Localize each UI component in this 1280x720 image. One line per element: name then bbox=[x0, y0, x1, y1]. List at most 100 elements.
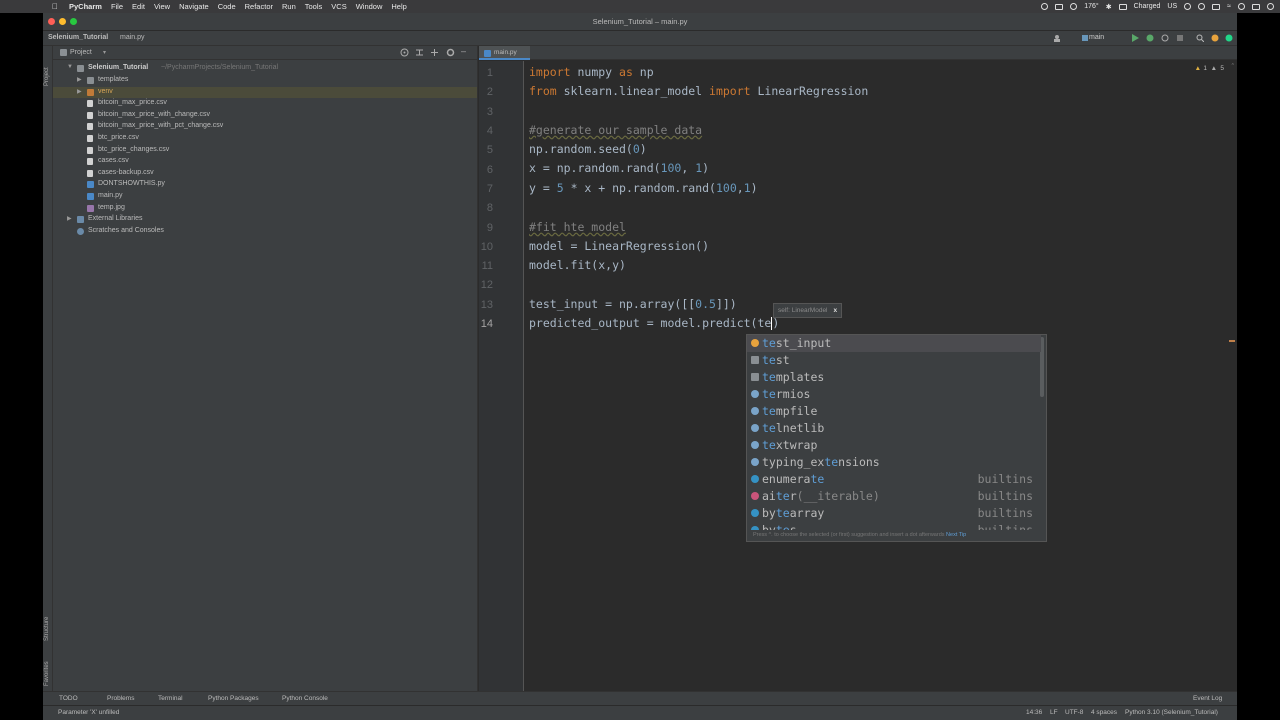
menu-tools[interactable]: Tools bbox=[305, 2, 323, 11]
bluetooth-icon[interactable]: ✱ bbox=[1106, 3, 1112, 11]
module-icon bbox=[751, 424, 759, 432]
menu-window[interactable]: Window bbox=[356, 2, 383, 11]
gear-icon[interactable] bbox=[446, 48, 455, 59]
project-view-selector[interactable]: Project bbox=[70, 49, 92, 56]
menu-help[interactable]: Help bbox=[391, 2, 406, 11]
keyboard-input-label[interactable]: US bbox=[1167, 3, 1177, 10]
record-icon[interactable] bbox=[1041, 3, 1049, 10]
user-icon[interactable] bbox=[1053, 34, 1061, 42]
completion-item[interactable]: textwrap bbox=[747, 437, 1041, 454]
volume-icon[interactable] bbox=[1184, 3, 1192, 10]
chevron-right-icon[interactable]: ▶ bbox=[77, 88, 82, 95]
tree-item-templates[interactable]: ▶ templates bbox=[53, 75, 477, 86]
tool-problems[interactable]: Problems bbox=[107, 695, 134, 702]
chevron-right-icon[interactable]: ▶ bbox=[77, 76, 82, 83]
tree-item-file[interactable]: main.py bbox=[53, 191, 477, 202]
completion-item[interactable]: telnetlib bbox=[747, 420, 1041, 437]
collapse-all-icon[interactable] bbox=[430, 48, 439, 59]
search-icon[interactable] bbox=[1238, 3, 1245, 10]
play-icon[interactable] bbox=[1198, 3, 1206, 10]
chevron-up-icon[interactable]: ˆ bbox=[1232, 64, 1234, 71]
run-config-icon[interactable] bbox=[1081, 34, 1089, 42]
search-everywhere-icon[interactable] bbox=[1196, 34, 1205, 43]
run-configuration-selector[interactable]: main bbox=[1089, 34, 1104, 41]
menu-view[interactable]: View bbox=[154, 2, 170, 11]
chevron-down-icon[interactable]: ▾ bbox=[103, 49, 106, 56]
wifi-icon[interactable]: ≈ bbox=[1227, 3, 1231, 10]
module-icon bbox=[751, 407, 759, 415]
completion-item[interactable]: test_input bbox=[747, 335, 1041, 352]
tree-item-file[interactable]: cases.csv bbox=[53, 156, 477, 167]
jetbrains-toolbox-icon[interactable] bbox=[1225, 34, 1233, 42]
wifi-status-icon[interactable] bbox=[1070, 3, 1078, 10]
weak-warning-icon[interactable]: ▲ bbox=[1211, 65, 1217, 72]
temperature-readout[interactable]: 176° bbox=[1084, 3, 1098, 10]
warning-icon[interactable]: ▲ bbox=[1195, 65, 1201, 72]
tool-python-packages[interactable]: Python Packages bbox=[208, 695, 259, 702]
completion-item[interactable]: tempfile bbox=[747, 403, 1041, 420]
run-icon[interactable] bbox=[1131, 34, 1139, 42]
tree-item-file[interactable]: bitcoin_max_price.csv bbox=[53, 98, 477, 109]
menu-refactor[interactable]: Refactor bbox=[245, 2, 273, 11]
display-icon[interactable] bbox=[1055, 3, 1064, 10]
next-tip-link[interactable]: Next Tip bbox=[946, 532, 966, 538]
completion-item[interactable]: enumerate builtins bbox=[747, 471, 1041, 488]
completion-item[interactable]: test bbox=[747, 352, 1041, 369]
tool-terminal[interactable]: Terminal bbox=[158, 695, 183, 702]
error-stripe-marker[interactable] bbox=[1229, 340, 1235, 342]
menu-navigate[interactable]: Navigate bbox=[179, 2, 209, 11]
tree-item-file[interactable]: cases-backup.csv bbox=[53, 168, 477, 179]
tree-item-venv[interactable]: ▶ venv bbox=[53, 87, 477, 98]
parameter-hint-close[interactable]: x bbox=[834, 307, 838, 314]
chevron-right-icon[interactable]: ▶ bbox=[67, 215, 72, 222]
chevron-down-icon[interactable]: ▼ bbox=[67, 64, 73, 70]
hide-panel-icon[interactable]: – bbox=[461, 46, 466, 56]
tree-item-external-libraries[interactable]: ▶ External Libraries bbox=[53, 214, 477, 225]
tree-item-file[interactable]: btc_price_changes.csv bbox=[53, 145, 477, 156]
tree-item-file[interactable]: temp.jpg bbox=[53, 203, 477, 214]
menu-file[interactable]: File bbox=[111, 2, 123, 11]
caret-position[interactable]: 14:36 bbox=[1026, 709, 1042, 716]
tool-python-console[interactable]: Python Console bbox=[282, 695, 328, 702]
python-interpreter[interactable]: Python 3.10 (Selenium_Tutorial) bbox=[1125, 709, 1218, 716]
indent-setting[interactable]: 4 spaces bbox=[1091, 709, 1117, 716]
menu-run[interactable]: Run bbox=[282, 2, 296, 11]
line-separator[interactable]: LF bbox=[1050, 709, 1058, 716]
breadcrumb-project[interactable]: Selenium_Tutorial bbox=[48, 34, 108, 41]
coverage-icon[interactable] bbox=[1161, 34, 1169, 42]
project-tool-button[interactable]: Project bbox=[44, 67, 50, 86]
tree-root[interactable]: ▼ Selenium_Tutorial ~/PycharmProjects/Se… bbox=[53, 63, 477, 74]
tree-item-file[interactable]: bitcoin_max_price_with_pct_change.csv bbox=[53, 121, 477, 132]
completion-item[interactable]: aiter(__iterable) builtins bbox=[747, 488, 1041, 505]
stop-icon[interactable] bbox=[1176, 34, 1184, 42]
completion-item[interactable]: typing_extensions bbox=[747, 454, 1041, 471]
app-menu[interactable]: PyCharm bbox=[69, 2, 102, 11]
tool-todo[interactable]: TODO bbox=[59, 695, 78, 702]
locate-icon[interactable] bbox=[400, 48, 409, 59]
updates-icon[interactable] bbox=[1211, 34, 1219, 42]
completion-item[interactable]: bytearray builtins bbox=[747, 505, 1041, 522]
expand-all-icon[interactable] bbox=[415, 48, 424, 59]
debug-icon[interactable] bbox=[1146, 34, 1154, 42]
completion-item[interactable]: termios bbox=[747, 386, 1041, 403]
menu-code[interactable]: Code bbox=[218, 2, 236, 11]
apple-menu-icon[interactable]:  bbox=[52, 2, 58, 11]
structure-tool-button[interactable]: Structure bbox=[44, 617, 50, 641]
battery-label[interactable]: Charged bbox=[1134, 3, 1161, 10]
favorites-tool-button[interactable]: Favorites bbox=[44, 661, 50, 686]
tree-item-scratches[interactable]: Scratches and Consoles bbox=[53, 226, 477, 237]
tree-item-file[interactable]: DONTSHOWTHIS.py bbox=[53, 179, 477, 190]
menu-vcs[interactable]: VCS bbox=[331, 2, 346, 11]
file-encoding[interactable]: UTF-8 bbox=[1065, 709, 1083, 716]
tree-item-file[interactable]: btc_price.csv bbox=[53, 133, 477, 144]
control-center-icon[interactable] bbox=[1252, 3, 1260, 10]
completion-item[interactable]: templates bbox=[747, 369, 1041, 386]
menu-edit[interactable]: Edit bbox=[132, 2, 145, 11]
siri-icon[interactable] bbox=[1267, 3, 1274, 10]
breadcrumb-file[interactable]: main.py bbox=[120, 34, 145, 41]
tree-item-file[interactable]: bitcoin_max_price_with_change.csv bbox=[53, 110, 477, 121]
battery-icon[interactable] bbox=[1118, 3, 1127, 10]
tab-main-py[interactable]: main.py bbox=[479, 46, 530, 60]
event-log-button[interactable]: Event Log bbox=[1193, 695, 1222, 702]
keyboard-brightness-icon[interactable] bbox=[1212, 3, 1221, 10]
